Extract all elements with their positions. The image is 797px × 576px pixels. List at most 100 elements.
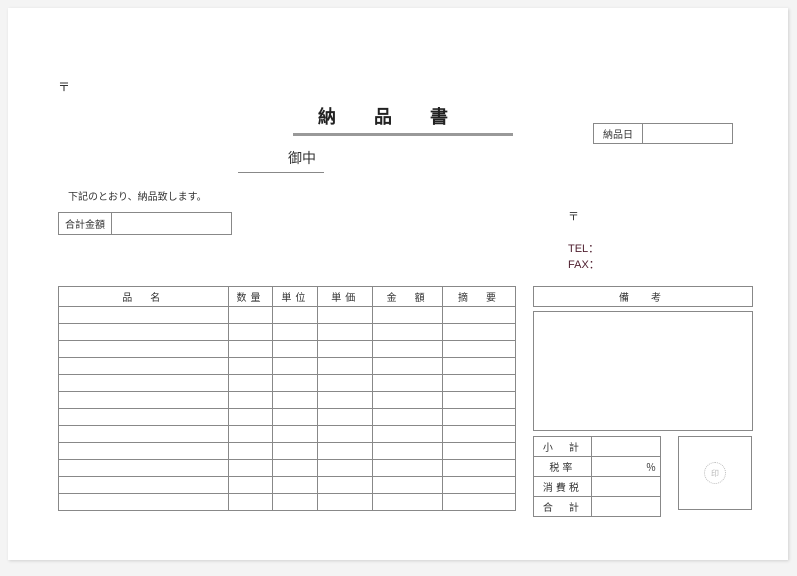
delivery-date-value: [643, 123, 733, 144]
table-cell: [373, 460, 443, 477]
stamp-box: 印: [678, 436, 752, 510]
table-cell: [373, 307, 443, 324]
items-table: 品 名 数量 単位 単価 金 額 摘 要: [58, 286, 516, 511]
table-cell: [373, 443, 443, 460]
table-row: [59, 460, 516, 477]
stamp-icon: 印: [704, 462, 726, 484]
tax-value: [591, 477, 660, 497]
table-row: [59, 409, 516, 426]
remarks-header: 備 考: [533, 286, 753, 307]
table-cell: [318, 426, 373, 443]
table-row: [59, 494, 516, 511]
header-note: 摘 要: [443, 287, 516, 307]
table-cell: [318, 324, 373, 341]
table-cell: [318, 494, 373, 511]
table-cell: [228, 477, 273, 494]
tel-label: TEL：: [568, 240, 599, 256]
grand-value: [591, 497, 660, 517]
table-cell: [228, 375, 273, 392]
table-cell: [228, 341, 273, 358]
header-unit: 単位: [273, 287, 318, 307]
table-cell: [318, 358, 373, 375]
document-title: 納 品 書: [318, 103, 458, 129]
tax-label: 消費税: [534, 477, 592, 497]
table-cell: [443, 443, 516, 460]
table-cell: [443, 307, 516, 324]
sender-postal-mark: 〒: [568, 208, 579, 224]
taxrate-row: 税率 ％: [534, 457, 661, 477]
table-cell: [273, 426, 318, 443]
table-cell: [318, 477, 373, 494]
table-cell: [273, 324, 318, 341]
title-underline: [293, 133, 513, 136]
tax-row: 消費税: [534, 477, 661, 497]
table-cell: [318, 443, 373, 460]
header-amount: 金 額: [373, 287, 443, 307]
delivery-date-box: 納品日: [593, 123, 733, 144]
table-cell: [228, 307, 273, 324]
remarks-box: 備 考: [533, 286, 753, 431]
taxrate-label: 税率: [534, 457, 592, 477]
table-cell: [59, 358, 229, 375]
table-cell: [228, 358, 273, 375]
table-cell: [373, 494, 443, 511]
table-cell: [273, 307, 318, 324]
intro-text: 下記のとおり、納品致します。: [68, 188, 207, 203]
table-cell: [59, 392, 229, 409]
table-cell: [443, 392, 516, 409]
table-cell: [318, 307, 373, 324]
table-cell: [443, 341, 516, 358]
table-cell: [59, 477, 229, 494]
table-cell: [59, 409, 229, 426]
table-cell: [273, 477, 318, 494]
table-row: [59, 324, 516, 341]
subtotal-value: [591, 437, 660, 457]
table-cell: [318, 460, 373, 477]
table-cell: [273, 358, 318, 375]
table-row: [59, 426, 516, 443]
delivery-slip-page: 〒 納 品 書 納品日 御中 下記のとおり、納品致します。 合計金額 〒 TEL…: [8, 8, 788, 560]
table-cell: [373, 477, 443, 494]
total-amount-value: [112, 212, 232, 235]
table-cell: [228, 324, 273, 341]
table-cell: [228, 409, 273, 426]
table-cell: [228, 460, 273, 477]
delivery-date-label: 納品日: [593, 123, 643, 144]
table-cell: [273, 443, 318, 460]
table-cell: [228, 426, 273, 443]
table-row: [59, 358, 516, 375]
subtotal-row: 小 計: [534, 437, 661, 457]
table-cell: [373, 324, 443, 341]
table-cell: [228, 392, 273, 409]
table-cell: [443, 358, 516, 375]
table-cell: [318, 392, 373, 409]
table-row: [59, 307, 516, 324]
table-cell: [273, 460, 318, 477]
table-cell: [273, 341, 318, 358]
table-row: [59, 477, 516, 494]
table-cell: [443, 375, 516, 392]
fax-label: FAX：: [568, 256, 600, 272]
table-cell: [273, 392, 318, 409]
addressee-suffix: 御中: [238, 148, 324, 173]
header-name: 品 名: [59, 287, 229, 307]
table-cell: [443, 426, 516, 443]
taxrate-value: ％: [591, 457, 660, 477]
table-cell: [59, 460, 229, 477]
table-cell: [273, 409, 318, 426]
table-cell: [373, 392, 443, 409]
totals-table: 小 計 税率 ％ 消費税 合 計: [533, 436, 661, 517]
table-cell: [373, 426, 443, 443]
table-row: [59, 392, 516, 409]
table-cell: [59, 341, 229, 358]
table-cell: [318, 409, 373, 426]
table-cell: [318, 341, 373, 358]
table-row: [59, 341, 516, 358]
table-cell: [318, 375, 373, 392]
table-cell: [443, 409, 516, 426]
table-row: [59, 375, 516, 392]
table-cell: [59, 443, 229, 460]
customer-postal-mark: 〒: [58, 78, 70, 95]
table-cell: [443, 494, 516, 511]
subtotal-label: 小 計: [534, 437, 592, 457]
